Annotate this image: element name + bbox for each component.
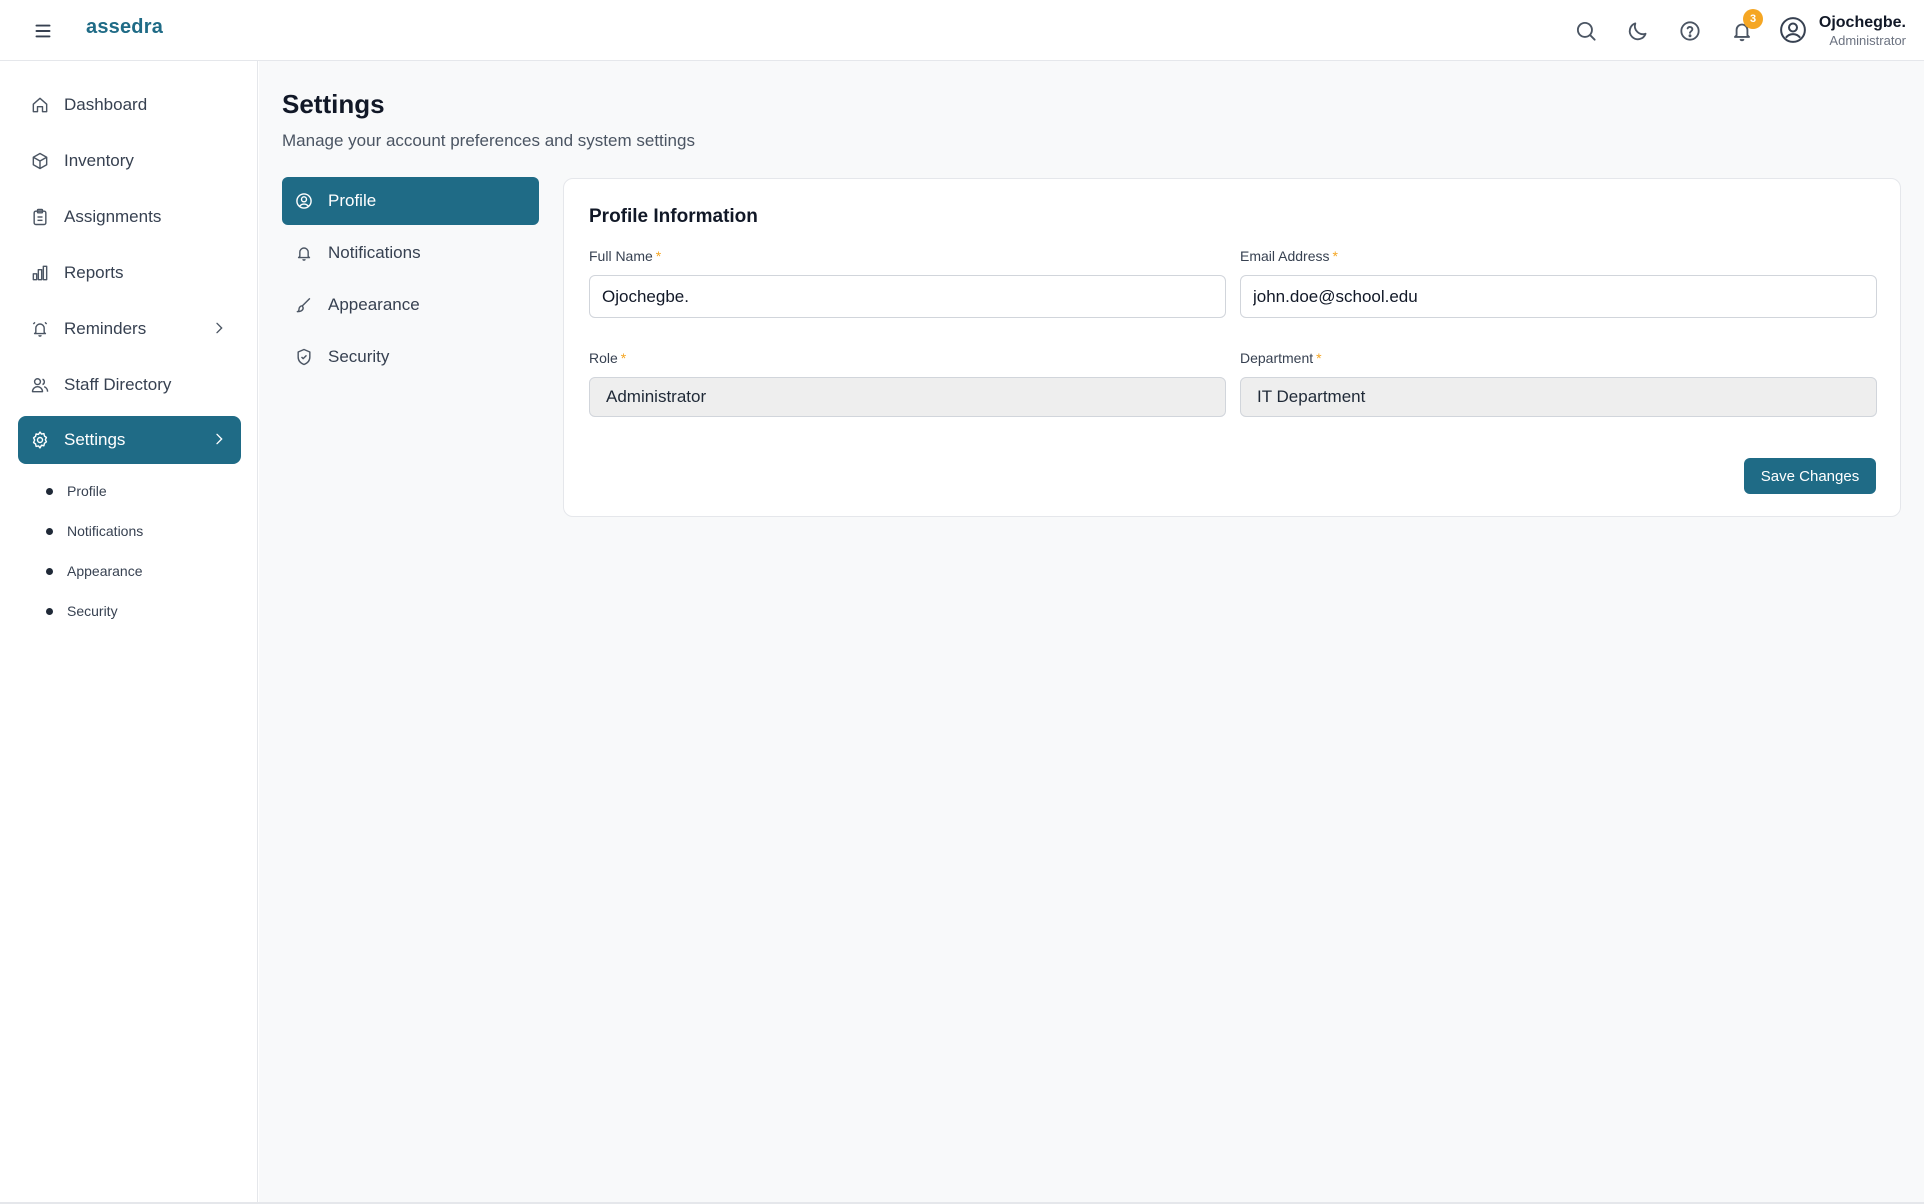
sidebar-item-inventory[interactable]: Inventory: [18, 137, 241, 185]
sidebar-subitem-label: Security: [67, 603, 118, 619]
card-title: Profile Information: [589, 206, 758, 227]
alarm-icon: [30, 319, 50, 339]
save-changes-button[interactable]: Save Changes: [1744, 458, 1876, 494]
required-marker: *: [620, 350, 627, 366]
sidebar-subitem-security[interactable]: Security: [46, 599, 118, 623]
tab-notifications[interactable]: Notifications: [282, 229, 539, 277]
user-role: Administrator: [1829, 33, 1906, 48]
main-content: Settings Manage your account preferences…: [259, 61, 1924, 1204]
bar-chart-icon: [30, 263, 50, 283]
sidebar-subitem-appearance[interactable]: Appearance: [46, 559, 143, 583]
page-title: Settings: [282, 89, 385, 119]
users-icon: [30, 375, 50, 395]
gear-icon: [30, 430, 50, 450]
sidebar-item-reminders[interactable]: Reminders: [18, 305, 241, 353]
sidebar-subitem-label: Profile: [67, 483, 107, 499]
bullet-icon: [46, 487, 53, 495]
box-icon: [30, 151, 50, 171]
sidebar-subitem-label: Appearance: [67, 563, 143, 579]
help-icon[interactable]: [1677, 18, 1703, 44]
chevron-right-icon: [211, 320, 227, 336]
user-circle-icon: [294, 191, 314, 211]
clipboard-icon: [30, 207, 50, 227]
user-name[interactable]: Ojochegbe.: [1816, 14, 1906, 32]
sidebar-item-label: Inventory: [64, 151, 134, 170]
role-input: [589, 377, 1226, 417]
bell-icon: [294, 243, 314, 263]
tab-label: Security: [328, 347, 390, 366]
full-name-label: Full Name *: [589, 248, 661, 264]
profile-card: Profile Information Full Name* Email Add…: [563, 178, 1901, 517]
search-icon[interactable]: [1573, 18, 1599, 44]
sidebar-subitem-notifications[interactable]: Notifications: [46, 519, 143, 543]
brush-icon: [294, 295, 314, 315]
chevron-right-icon: [211, 431, 227, 447]
tab-profile[interactable]: Profile: [282, 177, 539, 225]
home-icon: [30, 95, 50, 115]
bullet-icon: [46, 607, 53, 615]
role-label-text: Role: [589, 350, 618, 366]
department-label: Department *: [1240, 350, 1322, 366]
tab-security[interactable]: Security: [282, 333, 539, 381]
tab-label: Profile: [328, 191, 377, 210]
sidebar-item-label: Dashboard: [64, 95, 148, 114]
sidebar-item-assignments[interactable]: Assignments: [18, 193, 241, 241]
tab-label: Notifications: [328, 243, 421, 262]
email-label-text: Email Address: [1240, 248, 1330, 264]
top-bar: assedra 3 Ojochegbe. Administrator: [0, 0, 1924, 61]
sidebar-item-reports[interactable]: Reports: [18, 249, 241, 297]
sidebar-item-settings[interactable]: Settings: [18, 416, 241, 464]
department-input: [1240, 377, 1877, 417]
app-logo[interactable]: assedra: [86, 16, 163, 39]
department-label-text: Department: [1240, 350, 1314, 366]
sidebar-item-label: Reminders: [64, 319, 147, 338]
shield-icon: [294, 347, 314, 367]
sidebar-subitem-profile[interactable]: Profile: [46, 479, 107, 503]
tab-label: Appearance: [328, 295, 420, 314]
sidebar-item-dashboard[interactable]: Dashboard: [18, 81, 241, 129]
sidebar-item-label: Assignments: [64, 207, 162, 226]
sidebar-item-label: Settings: [64, 430, 126, 449]
bullet-icon: [46, 567, 53, 575]
sidebar-item-label: Reports: [64, 263, 124, 282]
required-marker: *: [655, 248, 662, 264]
full-name-label-text: Full Name: [589, 248, 653, 264]
sidebar: Dashboard Inventory Assignments Reports …: [0, 61, 258, 1204]
email-input[interactable]: [1240, 275, 1877, 318]
role-label: Role *: [589, 350, 626, 366]
sidebar-item-staff-directory[interactable]: Staff Directory: [18, 361, 241, 409]
sidebar-item-label: Staff Directory: [64, 375, 172, 394]
full-name-input[interactable]: [589, 275, 1226, 318]
menu-icon[interactable]: [30, 18, 56, 44]
email-label: Email Address *: [1240, 248, 1338, 264]
moon-icon[interactable]: [1625, 18, 1651, 44]
notification-count-badge: 3: [1743, 9, 1763, 29]
sidebar-subitem-label: Notifications: [67, 523, 144, 539]
bullet-icon: [46, 527, 53, 535]
user-circle-icon[interactable]: [1778, 15, 1808, 45]
tab-appearance[interactable]: Appearance: [282, 281, 539, 329]
page-subtitle: Manage your account preferences and syst…: [282, 131, 695, 150]
required-marker: *: [1316, 350, 1322, 366]
required-marker: *: [1332, 248, 1338, 264]
